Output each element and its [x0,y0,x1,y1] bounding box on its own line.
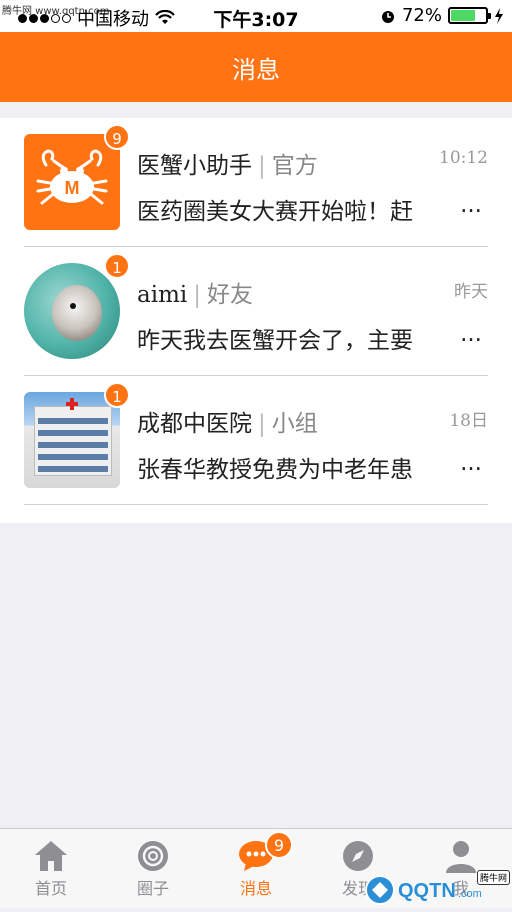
tab-label: 首页 [0,875,102,899]
crab-logo-icon: M [24,134,120,230]
message-title-row: 医蟹小助手|官方 10:12 [137,146,488,176]
unread-badge: 1 [104,382,130,408]
tab-circle[interactable]: 圈子 [102,829,204,909]
message-time: 18日 [449,406,488,431]
preview-text: 张春华教授免费为中老年患 [137,457,413,483]
message-item[interactable]: M 9 医蟹小助手|官方 10:12 医药圈美女大赛开始啦！赶 ... [0,118,512,247]
unread-badge: 1 [104,253,130,279]
message-time: 10:12 [439,148,488,168]
battery-fill [451,10,475,21]
message-item[interactable]: 1 成都中医院|小组 18日 张春华教授免费为中老年患 ... [0,376,512,505]
divider [24,504,488,505]
preview-text: 医药圈美女大赛开始啦！赶 [137,199,413,225]
charging-bolt-icon [494,8,504,24]
separator: | [258,411,266,437]
tab-messages[interactable]: 9 消息 [205,829,307,909]
ellipsis: ... [460,450,482,476]
circle-icon [135,839,171,873]
brand-watermark: QQTN .com 腾牛网 [362,868,512,908]
nav-bar: 消息 [0,32,512,102]
message-preview: 张春华教授免费为中老年患 ... [137,450,488,484]
sender-tag: 官方 [272,153,318,179]
tab-label: 圈子 [102,875,204,899]
sender-name: aimi [137,282,187,308]
message-time: 昨天 [454,277,488,302]
ellipsis: ... [460,321,482,347]
page-title: 消息 [232,50,280,85]
tab-label: 消息 [205,875,307,899]
tab-home[interactable]: 首页 [0,829,102,909]
unread-badge: 9 [265,831,293,859]
avatar: M 9 [24,134,120,230]
hamster-photo [24,263,120,359]
preview-text: 昨天我去医蟹开会了，主要 [137,328,413,354]
hospital-photo [24,392,120,488]
battery-percent: 72% [402,5,442,26]
sender-name: 医蟹小助手 [137,153,252,179]
message-item[interactable]: 1 aimi|好友 昨天 昨天我去医蟹开会了，主要 ... [0,247,512,376]
brand-text: QQTN [398,880,456,903]
unread-badge: 9 [104,124,130,150]
sender-name: 成都中医院 [137,411,252,437]
home-icon [33,839,69,873]
ellipsis: ... [460,192,482,218]
avatar: 1 [24,263,120,359]
alarm-icon [380,8,396,24]
message-preview: 昨天我去医蟹开会了，主要 ... [137,321,488,355]
svg-text:M: M [65,178,80,198]
brand-suffix: .com [458,888,482,900]
message-title-row: 成都中医院|小组 18日 [137,404,488,434]
message-title-row: aimi|好友 昨天 [137,275,488,305]
message-preview: 医药圈美女大赛开始啦！赶 ... [137,192,488,226]
message-list: M 9 医蟹小助手|官方 10:12 医药圈美女大赛开始啦！赶 ... 1 ai… [0,118,512,523]
battery-icon [448,7,488,24]
separator: | [258,153,266,179]
avatar: 1 [24,392,120,488]
status-bar: 腾牛网 www.qqtn.com 中国移动 下午3:07 72% [0,0,512,32]
brand-tag: 腾牛网 [477,870,510,885]
separator: | [193,282,201,308]
sender-tag: 好友 [207,282,253,308]
sender-tag: 小组 [272,411,318,437]
